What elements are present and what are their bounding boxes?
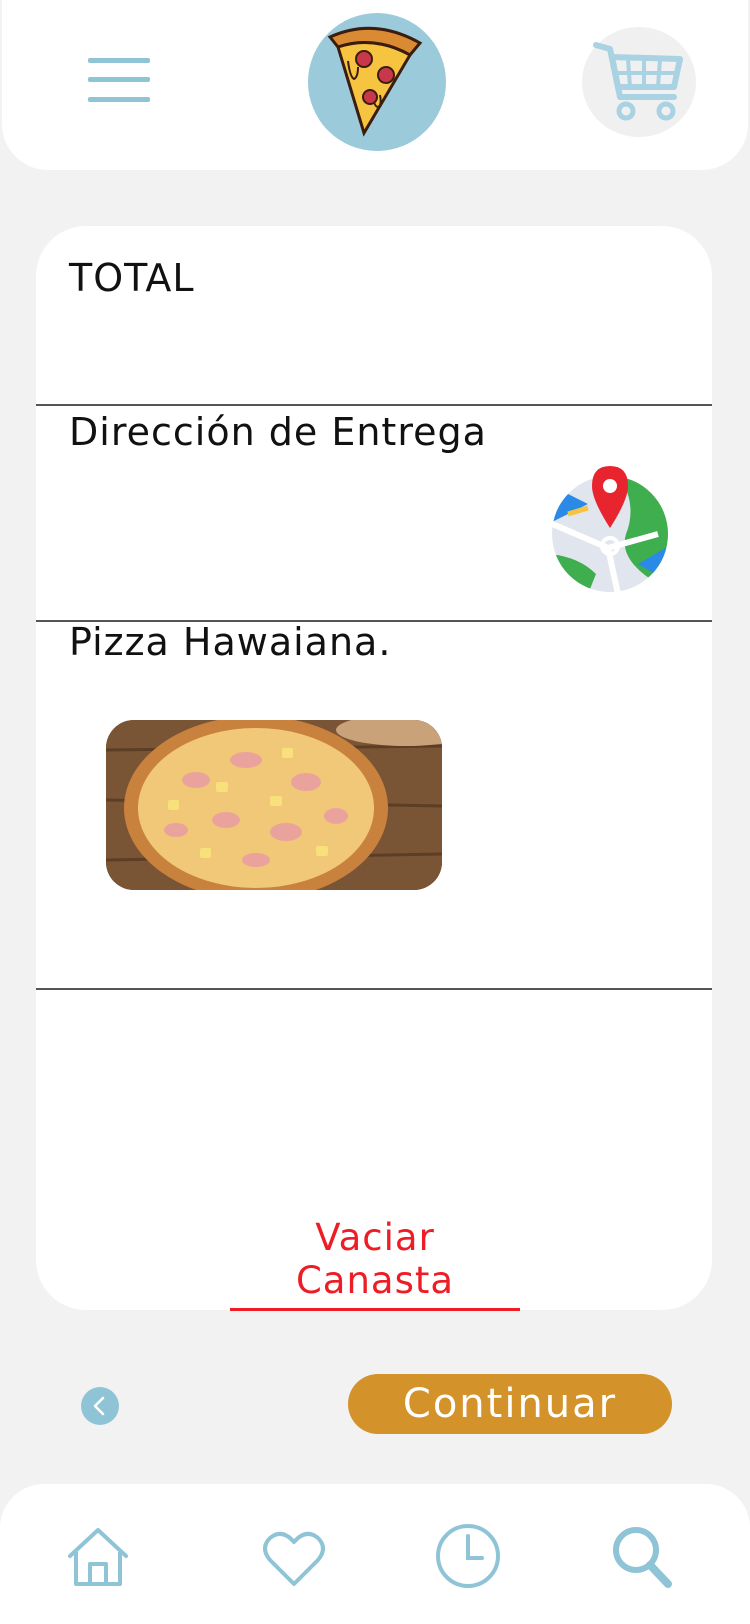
shopping-cart-icon[interactable]	[582, 27, 696, 137]
map-pin-icon[interactable]	[548, 464, 672, 594]
home-icon[interactable]	[62, 1522, 134, 1594]
empty-basket-link[interactable]: Vaciar Canasta	[230, 1216, 520, 1311]
divider	[36, 988, 712, 990]
app-header	[2, 0, 748, 170]
chevron-left-icon[interactable]	[81, 1387, 119, 1425]
cart-screen: TOTAL Dirección de Entrega Pizza Hawaian…	[0, 0, 750, 1624]
search-icon[interactable]	[606, 1522, 678, 1594]
delivery-address-label: Dirección de Entrega	[69, 410, 487, 454]
pizza-slice-logo	[308, 13, 446, 151]
bottom-navigation	[0, 1484, 750, 1624]
clock-icon[interactable]	[432, 1522, 504, 1594]
continue-button[interactable]: Continuar	[348, 1374, 672, 1434]
divider	[36, 404, 712, 406]
hawaiian-pizza-photo	[106, 720, 442, 890]
item-name: Pizza Hawaiana.	[69, 620, 392, 664]
heart-icon[interactable]	[258, 1522, 330, 1594]
hamburger-menu-icon[interactable]	[84, 52, 154, 108]
total-label: TOTAL	[69, 256, 195, 300]
basket-summary-card: TOTAL Dirección de Entrega Pizza Hawaian…	[36, 226, 712, 1311]
